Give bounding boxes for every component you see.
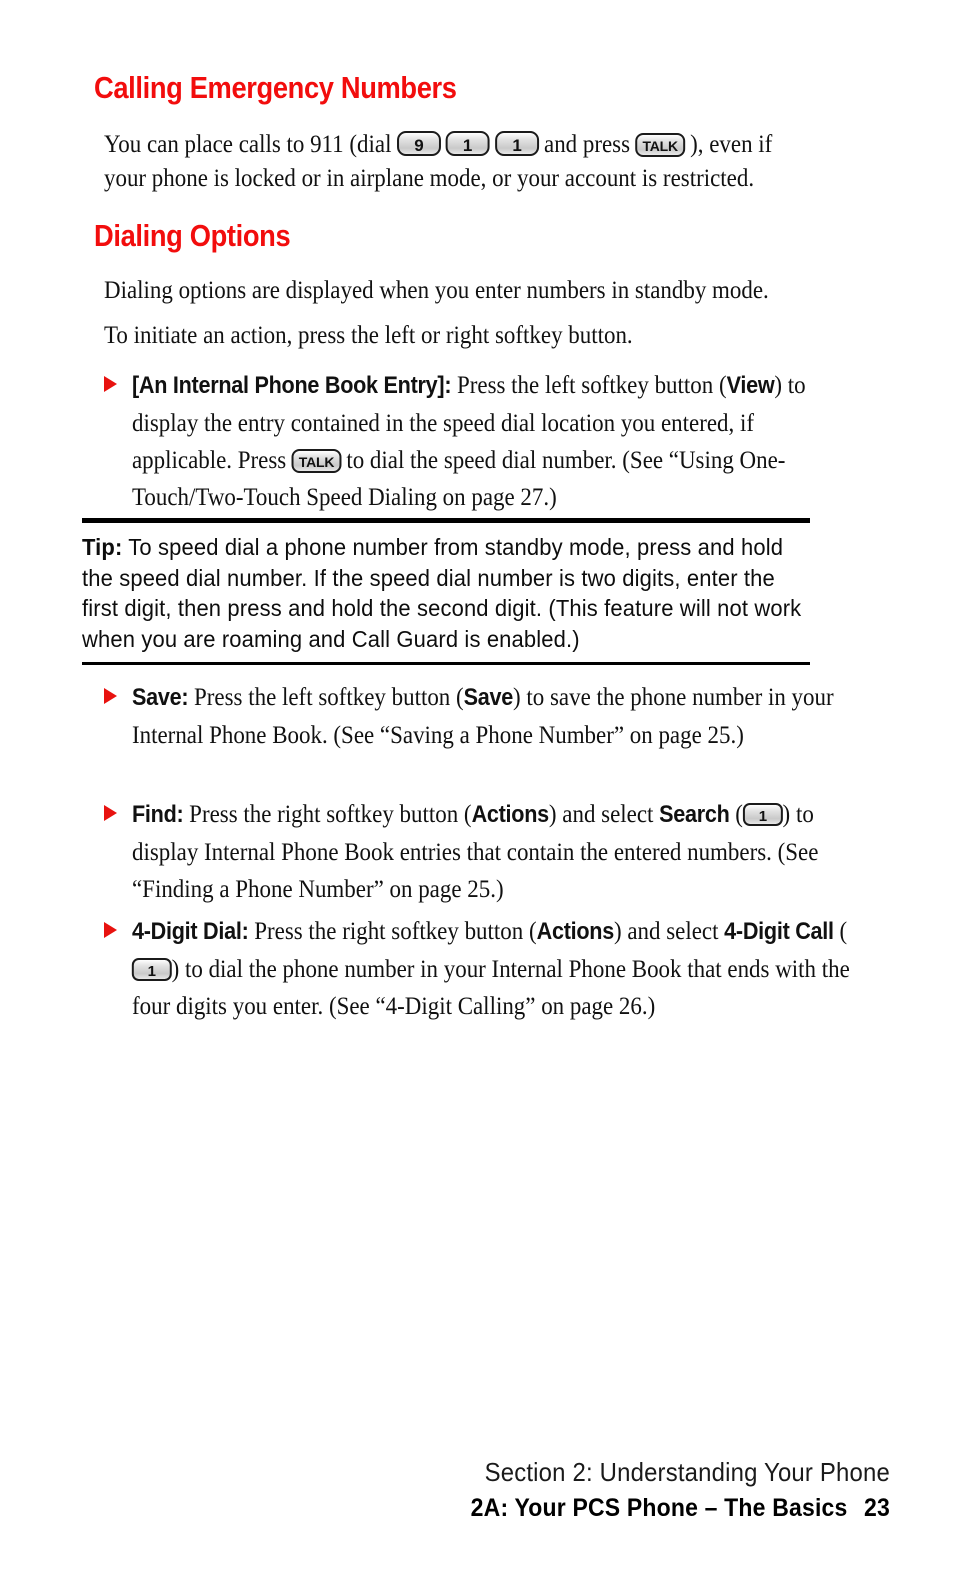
softkey-actions-label: Actions	[471, 801, 550, 828]
bullet-triangle-icon	[104, 688, 117, 704]
page-number: 23	[864, 1494, 890, 1522]
list-item-label: 4-Digit Dial:	[132, 918, 249, 945]
key-talk-icon: TALK	[635, 133, 686, 157]
emergency-text-b: and press	[544, 129, 631, 158]
tip-body: Tip: To speed dial a phone number from s…	[82, 523, 810, 662]
key-1-first-icon: 1	[445, 131, 490, 156]
footer-chapter-line: 2A: Your PCS Phone – The Basics 23	[71, 1491, 890, 1525]
list-item-text-3: (	[833, 916, 848, 945]
list-item-text-2: ) and select	[613, 916, 725, 945]
tip-label: Tip:	[82, 534, 123, 560]
key-talk-icon: TALK	[291, 449, 342, 473]
heading-dialing-options: Dialing Options	[94, 218, 291, 253]
key-1-icon: 1	[131, 958, 172, 981]
list-item-text-1: Press the right softkey button (	[248, 916, 537, 945]
softkey-actions-label: Actions	[536, 918, 615, 945]
paragraph-initiate-action: To initiate an action, press the left or…	[104, 320, 633, 349]
key-1-second-icon: 1	[494, 131, 539, 156]
tip-rule-bottom	[82, 662, 810, 665]
key-9-icon: 9	[396, 131, 441, 156]
softkey-view-label: View	[726, 372, 775, 399]
list-item-text-1: Press the left softkey button (	[188, 682, 464, 711]
list-item-text-1: Press the right softkey button (	[183, 799, 472, 828]
list-item-label: Find:	[132, 801, 184, 828]
manual-page: Calling Emergency Numbers You can place …	[0, 0, 954, 1590]
footer-section-label: Section 2: Understanding Your Phone	[484, 1457, 890, 1487]
list-item-label: [An Internal Phone Book Entry]:	[132, 372, 452, 399]
list-item-text-2: ) and select	[548, 799, 660, 828]
list-item-text-1: Press the left softkey button (	[451, 370, 727, 399]
key-1-icon: 1	[742, 803, 783, 826]
list-item-text-4: ) to dial the phone number in your Inter…	[132, 954, 850, 1020]
list-item-content: [An Internal Phone Book Entry]: Press th…	[132, 366, 852, 515]
heading-calling-emergency-numbers: Calling Emergency Numbers	[94, 70, 457, 105]
paragraph-emergency-intro: You can place calls to 911 (dial 9 1 1 a…	[104, 127, 815, 195]
list-item-label: Save:	[132, 684, 189, 711]
menu-4digit-call-label: 4-Digit Call	[724, 918, 834, 945]
bullet-triangle-icon	[104, 922, 117, 938]
paragraph-dialing-options-intro: Dialing options are displayed when you e…	[104, 275, 769, 304]
footer-chapter-label: 2A: Your PCS Phone – The Basics	[470, 1494, 848, 1522]
bullet-triangle-icon	[104, 805, 117, 821]
softkey-save-label: Save	[463, 684, 514, 711]
list-item-content: Find: Press the right softkey button (Ac…	[132, 795, 852, 907]
emergency-text-a: You can place calls to 911 (dial	[104, 129, 392, 158]
tip-callout: Tip: To speed dial a phone number from s…	[82, 518, 810, 665]
page-footer: Section 2: Understanding Your Phone 2A: …	[0, 1455, 890, 1525]
list-item-text-3: (	[729, 799, 743, 828]
list-item-content: Save: Press the left softkey button (Sav…	[132, 678, 852, 753]
list-item-content: 4-Digit Dial: Press the right softkey bu…	[131, 912, 852, 1024]
bullet-triangle-icon	[104, 376, 117, 392]
menu-search-label: Search	[659, 801, 730, 828]
tip-text: To speed dial a phone number from standb…	[82, 534, 802, 652]
